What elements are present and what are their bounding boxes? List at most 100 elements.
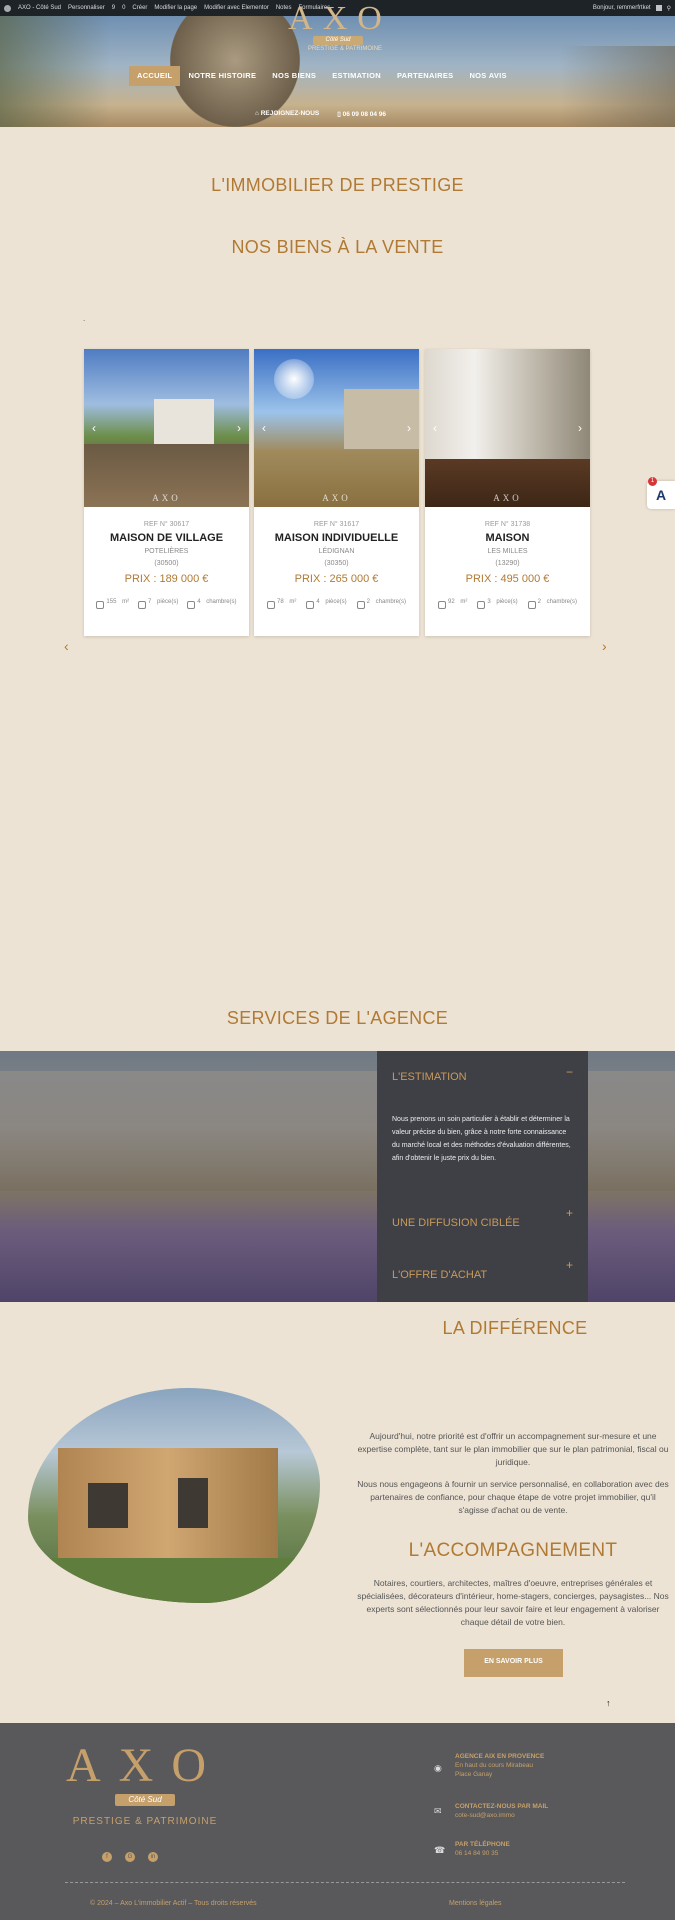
nav-accueil[interactable]: ACCUEIL bbox=[129, 66, 181, 86]
admin-new[interactable]: Créer bbox=[132, 5, 147, 11]
slider-next-icon[interactable]: › bbox=[602, 638, 607, 654]
footer-tagline: PRESTIGE & PATRIMOINE bbox=[72, 1816, 218, 1827]
listing-ref: REF N° 31738 bbox=[484, 521, 531, 528]
admin-comments[interactable]: 0 bbox=[122, 5, 125, 11]
listing-price: PRIX : 495 000 € bbox=[465, 573, 550, 585]
plus-icon[interactable]: + bbox=[566, 1206, 573, 1220]
listing-price: PRIX : 265 000 € bbox=[294, 573, 379, 585]
listing-zip: (30500) bbox=[154, 560, 179, 567]
bed-icon bbox=[356, 601, 365, 609]
accompagnement-text: Notaires, courtiers, architectes, maître… bbox=[357, 1578, 669, 1627]
door-icon bbox=[306, 601, 315, 609]
services-accordion: L'ESTIMATION − Nous prenons un soin part… bbox=[377, 1051, 588, 1302]
admin-customize[interactable]: Personnaliser bbox=[68, 5, 105, 11]
hero-tree bbox=[0, 16, 110, 127]
nav-nos-biens[interactable]: NOS BIENS bbox=[264, 66, 324, 86]
accordion-offre[interactable]: L'OFFRE D'ACHAT bbox=[392, 1269, 573, 1281]
chevron-left-icon[interactable]: ‹ bbox=[433, 421, 437, 435]
admin-updates[interactable]: 9 bbox=[112, 5, 115, 11]
surface-icon bbox=[266, 601, 275, 609]
listings-title: NOS BIENS À LA VENTE bbox=[231, 237, 444, 257]
footer-mail-link[interactable]: cote-sud@axo.immo bbox=[455, 1811, 548, 1820]
legal-link[interactable]: Mentions légales bbox=[449, 1900, 502, 1907]
logo-subtitle: Côté Sud bbox=[313, 36, 363, 45]
bed-icon bbox=[527, 601, 536, 609]
join-link[interactable]: ⌂ REJOIGNEZ-NOUS bbox=[255, 110, 319, 118]
photo-watermark: AXO bbox=[493, 493, 522, 503]
chevron-right-icon[interactable]: › bbox=[237, 421, 241, 435]
listing-photo[interactable]: ‹ › AXO bbox=[425, 349, 590, 507]
listing-features: 155 m² 7 pièce(s) 4 chambre(s) bbox=[84, 599, 249, 609]
admin-edit-page[interactable]: Modifier la page bbox=[154, 5, 197, 11]
admin-site-name[interactable]: AXO - Côté Sud bbox=[18, 5, 61, 11]
wordpress-icon[interactable] bbox=[4, 4, 11, 12]
house-photo bbox=[28, 1388, 320, 1603]
listing-photo[interactable]: ‹ › AXO bbox=[254, 349, 419, 507]
learn-more-button[interactable]: EN SAVOIR PLUS bbox=[464, 1649, 563, 1677]
difference-text-2: Nous nous engageons à fournir un service… bbox=[357, 1479, 669, 1515]
main-nav: ACCUEIL NOTRE HISTOIRE NOS BIENS ESTIMAT… bbox=[129, 66, 515, 86]
contact-bar: ⌂ REJOIGNEZ-NOUS ▯ 06 09 08 04 96 bbox=[255, 110, 386, 118]
listing-card[interactable]: ‹ › AXO REF N° 30617 MAISON DE VILLAGE P… bbox=[84, 349, 249, 636]
copyright: © 2024 – Axo L'immobilier Actif – Tous d… bbox=[90, 1900, 257, 1907]
footer-logo[interactable]: AXO bbox=[65, 1742, 225, 1790]
slider-prev-icon[interactable]: ‹ bbox=[64, 638, 69, 654]
listing-features: 78 m² 4 pièce(s) 2 chambre(s) bbox=[254, 599, 419, 609]
plus-icon[interactable]: + bbox=[566, 1258, 573, 1272]
linkedin-icon[interactable]: in bbox=[148, 1852, 158, 1862]
bed-icon bbox=[187, 601, 196, 609]
google-icon[interactable]: G bbox=[125, 1852, 135, 1862]
phone-link[interactable]: ▯ 06 09 08 04 96 bbox=[337, 110, 386, 118]
nav-notre-histoire[interactable]: NOTRE HISTOIRE bbox=[180, 66, 264, 86]
listing-city: LES MILLES bbox=[487, 548, 528, 555]
listing-title[interactable]: MAISON DE VILLAGE bbox=[84, 532, 249, 544]
listing-title[interactable]: MAISON INDIVIDUELLE bbox=[254, 532, 419, 544]
listing-card[interactable]: ‹ › AXO REF N° 31617 MAISON INDIVIDUELLE… bbox=[254, 349, 419, 636]
footer-contact: CONTACTEZ-NOUS PAR MAIL cote-sud@axo.imm… bbox=[455, 1803, 549, 1820]
footer-divider bbox=[65, 1882, 625, 1888]
photo-watermark: AXO bbox=[322, 493, 351, 503]
accordion-estimation[interactable]: L'ESTIMATION bbox=[392, 1071, 573, 1083]
logo-tagline: PRESTIGE & PATRIMOINE bbox=[307, 46, 383, 52]
mail-icon: ✉ bbox=[434, 1806, 442, 1816]
listing-city: LÉDIGNAN bbox=[318, 548, 355, 555]
avatar[interactable] bbox=[655, 5, 662, 11]
chevron-right-icon[interactable]: › bbox=[578, 421, 582, 435]
notification-badge: 1 bbox=[648, 477, 657, 486]
nav-partenaires[interactable]: PARTENAIRES bbox=[389, 66, 462, 86]
stray-dot: . bbox=[83, 314, 86, 323]
footer-phone: PAR TÉLÉPHONE 06 14 84 90 35 bbox=[455, 1841, 510, 1858]
listing-city: POTELIÈRES bbox=[144, 548, 189, 555]
admin-edit-elementor[interactable]: Modifier avec Elementor bbox=[204, 5, 269, 11]
accompagnement-title: L'ACCOMPAGNEMENT bbox=[408, 1540, 618, 1561]
admin-greeting[interactable]: Bonjour, remmerfrtket bbox=[593, 5, 651, 11]
minus-icon[interactable]: − bbox=[566, 1065, 573, 1079]
listing-zip: (13290) bbox=[495, 560, 520, 567]
chevron-right-icon[interactable]: › bbox=[407, 421, 411, 435]
door-icon bbox=[137, 601, 146, 609]
house-window bbox=[178, 1478, 208, 1528]
hero-statue bbox=[560, 46, 675, 127]
chevron-left-icon[interactable]: ‹ bbox=[92, 421, 96, 435]
difference-text-1: Aujourd'hui, notre priorité est d'offrir… bbox=[357, 1431, 669, 1467]
nav-estimation[interactable]: ESTIMATION bbox=[324, 66, 389, 86]
listing-title[interactable]: MAISON bbox=[425, 532, 590, 544]
search-icon[interactable]: ⚲ bbox=[667, 5, 671, 12]
listing-ref: REF N° 30617 bbox=[143, 521, 190, 528]
difference-title: LA DIFFÉRENCE bbox=[442, 1318, 588, 1338]
accordion-estimation-body: Nous prenons un soin particulier à établ… bbox=[392, 1116, 571, 1162]
back-to-top-icon[interactable]: ↑ bbox=[606, 1698, 611, 1708]
listing-zip: (30350) bbox=[324, 560, 349, 567]
nav-nos-avis[interactable]: NOS AVIS bbox=[461, 66, 514, 86]
chevron-left-icon[interactable]: ‹ bbox=[262, 421, 266, 435]
listing-features: 92 m² 3 pièce(s) 2 chambre(s) bbox=[425, 599, 590, 609]
surface-icon bbox=[437, 601, 446, 609]
footer-phone-link[interactable]: 06 14 84 90 35 bbox=[455, 1849, 510, 1858]
listing-card[interactable]: ‹ › AXO REF N° 31738 MAISON LES MILLES (… bbox=[425, 349, 590, 636]
site-logo[interactable]: AXO bbox=[285, 2, 395, 36]
page-title: L'IMMOBILIER DE PRESTIGE bbox=[211, 175, 464, 195]
accordion-diffusion[interactable]: UNE DIFFUSION CIBLÉE bbox=[392, 1217, 573, 1229]
photo-watermark: AXO bbox=[152, 493, 181, 503]
listing-photo[interactable]: ‹ › AXO bbox=[84, 349, 249, 507]
facebook-icon[interactable]: f bbox=[102, 1852, 112, 1862]
